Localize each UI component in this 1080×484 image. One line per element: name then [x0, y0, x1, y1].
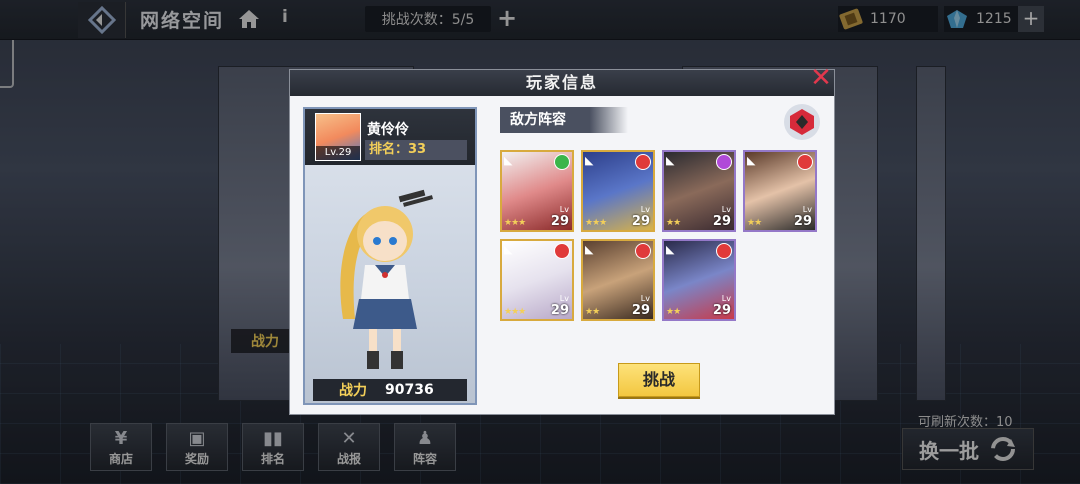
hero-card[interactable]: ◣ ★★★ Lv 29	[500, 150, 574, 232]
element-icon	[554, 243, 570, 259]
hero-stars: ★★	[747, 218, 762, 228]
hero-lv-label: Lv	[559, 205, 569, 214]
hero-class-icon: ◣	[585, 154, 594, 167]
hero-stars: ★★★	[504, 307, 526, 317]
element-icon	[554, 154, 570, 170]
element-icon	[635, 243, 651, 259]
close-button[interactable]: ✕	[810, 65, 832, 91]
power-value: 90736	[385, 382, 434, 398]
player-header: Lv.29 黄伶伶 排名：33	[305, 109, 475, 165]
hero-level: 29	[550, 303, 569, 318]
hero-level: 29	[793, 214, 812, 229]
hero-level: 29	[631, 303, 650, 318]
hero-card[interactable]: ◣ ★★★ Lv 29	[500, 239, 574, 321]
element-icon	[716, 154, 732, 170]
hero-lv-label: Lv	[721, 205, 731, 214]
hero-lv-label: Lv	[640, 294, 650, 303]
hero-card[interactable]: ◣ ★★ Lv 29	[581, 239, 655, 321]
hero-class-icon: ◣	[666, 243, 675, 256]
hero-lv-label: Lv	[721, 294, 731, 303]
element-icon	[797, 154, 813, 170]
hero-card[interactable]: ◣ ★★★ Lv 29	[581, 150, 655, 232]
hero-stars: ★★★	[585, 218, 607, 228]
hero-stars: ★★	[666, 307, 681, 317]
hero-class-icon: ◣	[585, 243, 594, 256]
power-label: 战力	[339, 383, 367, 399]
player-character-figure	[340, 189, 434, 369]
hero-class-icon: ◣	[666, 154, 675, 167]
hero-class-icon: ◣	[504, 243, 513, 256]
avatar-level: Lv.29	[316, 146, 360, 160]
challenge-button[interactable]: 挑战	[618, 363, 700, 397]
player-power: 战力 90736	[313, 379, 467, 401]
player-info-modal: 玩家信息 ✕ Lv.29 黄伶伶 排名：33 战力 90736 敌方阵容 ◣ ★…	[289, 65, 835, 415]
hero-level: 29	[712, 214, 731, 229]
hero-lv-label: Lv	[559, 294, 569, 303]
avatar: Lv.29	[315, 113, 361, 161]
enemy-lineup-title: 敌方阵容	[500, 107, 628, 133]
hero-card[interactable]: ◣ ★★ Lv 29	[662, 150, 736, 232]
hero-stars: ★★★	[504, 218, 526, 228]
hero-lv-label: Lv	[640, 205, 650, 214]
player-card: Lv.29 黄伶伶 排名：33 战力 90736	[303, 107, 477, 405]
modal-header: 玩家信息	[290, 70, 834, 96]
hero-level: 29	[712, 303, 731, 318]
hero-class-icon: ◣	[747, 154, 756, 167]
hero-class-icon: ◣	[504, 154, 513, 167]
hero-card[interactable]: ◣ ★★ Lv 29	[743, 150, 817, 232]
hero-level: 29	[631, 214, 650, 229]
element-gem-icon[interactable]	[784, 104, 820, 140]
hero-stars: ★★	[585, 307, 600, 317]
element-icon	[635, 154, 651, 170]
hero-lv-label: Lv	[802, 205, 812, 214]
player-name: 黄伶伶	[367, 122, 409, 138]
player-rank: 排名：33	[365, 140, 467, 160]
element-icon	[716, 243, 732, 259]
hero-card[interactable]: ◣ ★★ Lv 29	[662, 239, 736, 321]
hero-stars: ★★	[666, 218, 681, 228]
modal-title: 玩家信息	[525, 73, 598, 92]
hero-level: 29	[550, 214, 569, 229]
